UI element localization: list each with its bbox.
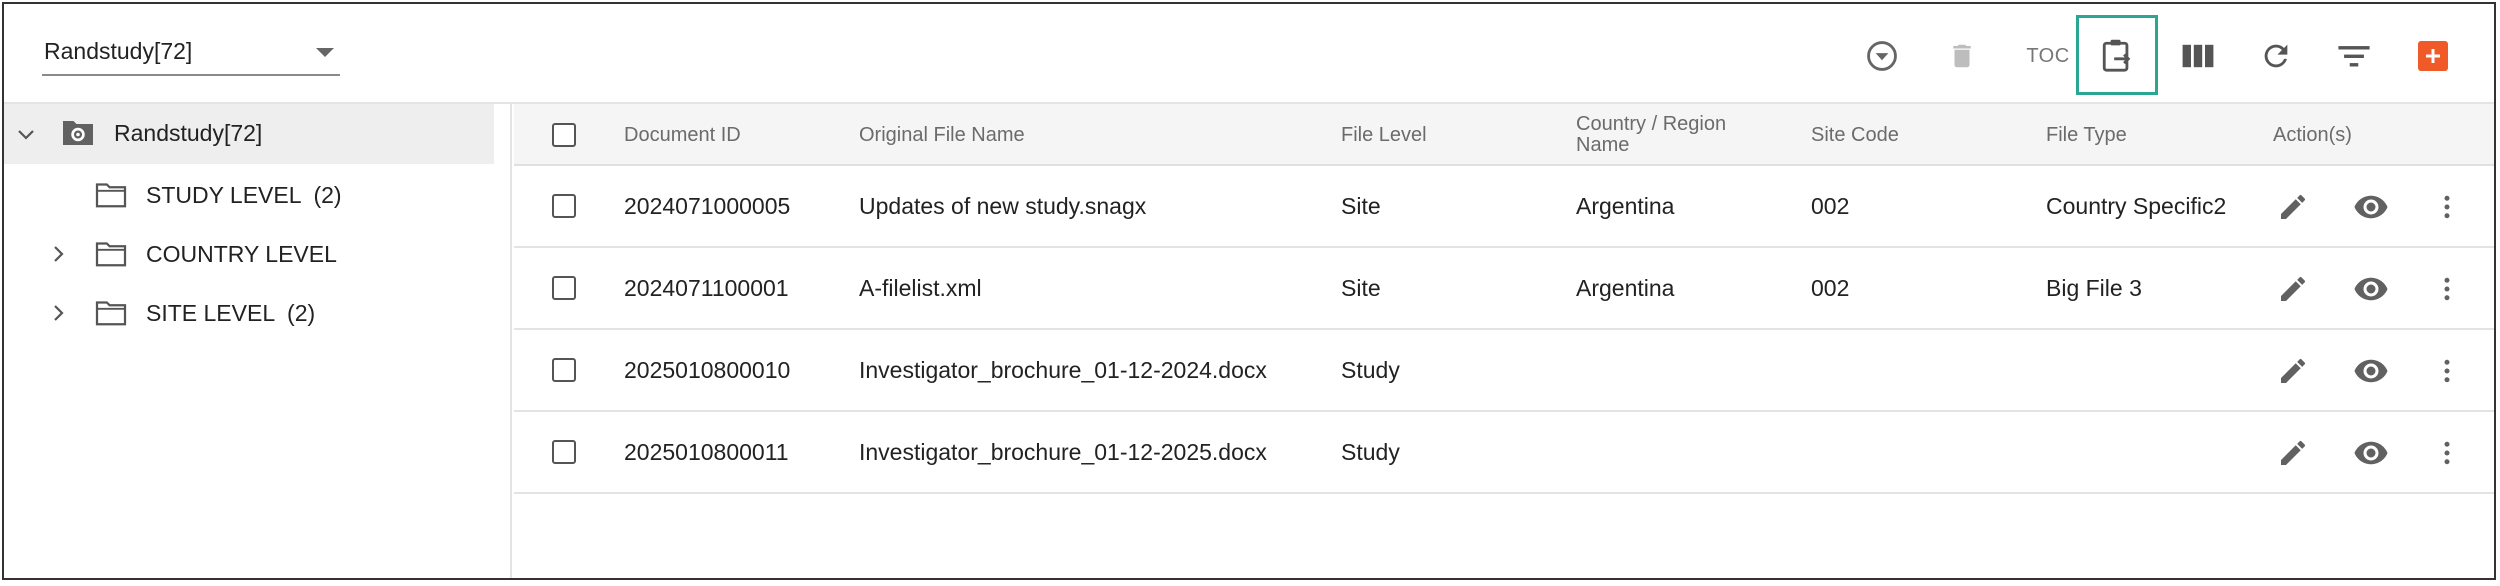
view-icon [2354, 195, 2388, 219]
row-checkbox[interactable] [552, 358, 576, 382]
tree-item-label: COUNTRY LEVEL [146, 241, 337, 267]
table-header: Document ID Original File Name File Leve… [514, 104, 2494, 166]
edit-button[interactable] [2274, 270, 2312, 308]
view-button[interactable] [2352, 352, 2390, 390]
chevron-right-icon[interactable] [46, 242, 70, 266]
tree-item-label: STUDY LEVEL (2) [146, 182, 342, 208]
more-vert-icon [2444, 277, 2450, 301]
filter-icon [2338, 46, 2370, 67]
view-button[interactable] [2352, 434, 2390, 472]
table-row[interactable]: 2024071100001 A-filelist.xml Site Argent… [514, 248, 2494, 330]
chevron-right-icon[interactable] [46, 301, 70, 325]
chevron-down-icon[interactable] [14, 122, 38, 146]
edit-icon [2281, 440, 2306, 465]
cell-document-id: 2024071000005 [624, 192, 791, 219]
more-button[interactable] [2428, 270, 2466, 308]
folder-icon [95, 183, 127, 208]
table-row[interactable]: 2025010800010 Investigator_brochure_01-1… [514, 330, 2494, 412]
tree-item-site-level[interactable]: SITE LEVEL (2) [4, 286, 494, 340]
more-button[interactable] [2428, 188, 2466, 226]
refresh-icon [2264, 44, 2288, 68]
refresh-button[interactable] [2254, 34, 2298, 78]
table-row[interactable]: 2025010800011 Investigator_brochure_01-1… [514, 412, 2494, 494]
cell-document-id: 2025010800011 [624, 438, 789, 465]
cell-file-type: Big File 3 [2046, 274, 2142, 301]
trash-icon [1953, 44, 1971, 68]
app-window: Randstudy[72] TOC Randstudy[72] STUDY LE… [2, 2, 2496, 580]
caret-down-icon [316, 48, 334, 57]
table-row[interactable]: 2024071000005 Updates of new study.snagx… [514, 166, 2494, 248]
row-checkbox[interactable] [552, 440, 576, 464]
folder-icon [95, 301, 127, 326]
tree-item-label: SITE LEVEL (2) [146, 300, 316, 326]
cell-file-level: Site [1341, 192, 1381, 219]
cell-site-code: 002 [1811, 192, 1850, 219]
cell-file-name: Investigator_brochure_01-12-2025.docx [859, 438, 1267, 465]
cell-file-level: Site [1341, 274, 1381, 301]
row-checkbox[interactable] [552, 194, 576, 218]
edit-button[interactable] [2274, 188, 2312, 226]
columns-button[interactable] [2176, 34, 2220, 78]
more-button[interactable] [2428, 352, 2466, 390]
cell-file-level: Study [1341, 356, 1400, 383]
cell-file-name: A-filelist.xml [859, 274, 982, 301]
study-select[interactable]: Randstudy[72] [42, 32, 340, 76]
expand-all-button[interactable] [1860, 34, 1904, 78]
tree-root-item[interactable]: Randstudy[72] [4, 104, 494, 164]
row-checkbox[interactable] [552, 276, 576, 300]
folder-icon [95, 242, 127, 267]
tree-root-label: Randstudy[72] [114, 120, 263, 146]
cell-document-id: 2025010800010 [624, 356, 791, 383]
cell-file-type: Country Specific2 [2046, 192, 2227, 219]
select-all-checkbox[interactable] [552, 123, 576, 147]
edit-icon [2281, 276, 2306, 301]
view-button[interactable] [2352, 270, 2390, 308]
top-toolbar: Randstudy[72] TOC [4, 4, 2494, 104]
edit-button[interactable] [2274, 352, 2312, 390]
view-button[interactable] [2352, 188, 2390, 226]
more-vert-icon [2444, 359, 2450, 383]
view-icon [2354, 277, 2388, 301]
column-header-file-name[interactable]: Original File Name [859, 104, 1025, 166]
cell-file-level: Study [1341, 438, 1400, 465]
add-icon [2426, 49, 2440, 63]
toc-button[interactable]: TOC [2018, 34, 2078, 78]
cell-site-code: 002 [1811, 274, 1850, 301]
edit-icon [2281, 194, 2306, 219]
more-vert-icon [2444, 441, 2450, 465]
column-header-file-level[interactable]: File Level [1341, 104, 1427, 166]
cell-country: Argentina [1576, 192, 1675, 219]
filter-button[interactable] [2332, 34, 2376, 78]
column-header-actions: Action(s) [2273, 123, 2352, 146]
study-select-value: Randstudy[72] [44, 38, 193, 64]
folder-tree: Randstudy[72] STUDY LEVEL (2) COUNTRY LE… [4, 104, 512, 578]
tree-item-country-level[interactable]: COUNTRY LEVEL [4, 227, 494, 281]
add-button[interactable] [2418, 41, 2448, 71]
view-icon [2354, 359, 2388, 383]
delete-button[interactable] [1940, 34, 1984, 78]
folder-gear-icon [63, 121, 93, 145]
view-icon [2354, 441, 2388, 465]
column-header-document-id[interactable]: Document ID [624, 104, 741, 166]
edit-button[interactable] [2274, 434, 2312, 472]
clipboard-export-icon [2102, 39, 2131, 72]
cell-country: Argentina [1576, 274, 1675, 301]
chevron-circle-down-icon [1867, 41, 1897, 71]
column-header-site-code[interactable]: Site Code [1811, 104, 1899, 166]
more-button[interactable] [2428, 434, 2466, 472]
column-header-file-type[interactable]: File Type [2046, 104, 2127, 166]
cell-document-id: 2024071100001 [624, 274, 789, 301]
documents-table: Document ID Original File Name File Leve… [514, 104, 2494, 578]
move-documents-button[interactable] [2095, 34, 2139, 78]
columns-icon [2182, 44, 2214, 68]
cell-file-name: Updates of new study.snagx [859, 192, 1147, 219]
cell-file-name: Investigator_brochure_01-12-2024.docx [859, 356, 1267, 383]
column-header-country[interactable]: Country / Region Name [1576, 104, 1756, 166]
edit-icon [2281, 358, 2306, 383]
more-vert-icon [2444, 195, 2450, 219]
tree-item-study-level[interactable]: STUDY LEVEL (2) [4, 168, 494, 222]
